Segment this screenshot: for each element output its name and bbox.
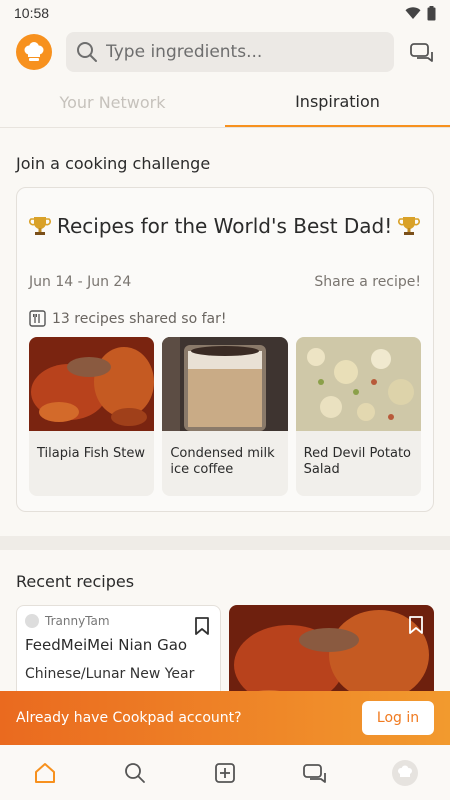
nav-add-recipe[interactable] xyxy=(205,753,245,793)
section-divider xyxy=(0,536,450,550)
recipe-photo xyxy=(295,337,421,431)
nav-search[interactable] xyxy=(115,753,155,793)
recipe-tile[interactable]: Condensed milk ice coffee xyxy=(162,337,288,496)
recipe-book-icon xyxy=(29,310,46,327)
add-icon xyxy=(215,762,235,783)
trophy-icon xyxy=(29,217,51,235)
tab-inspiration[interactable]: Inspiration xyxy=(225,78,450,127)
profile-icon xyxy=(392,759,418,786)
challenge-recipe-grid: Tilapia Fish Stew Condensed milk ice cof… xyxy=(29,337,421,496)
chat-icon xyxy=(410,43,433,62)
nav-profile[interactable] xyxy=(385,753,425,793)
bookmark-icon[interactable] xyxy=(408,615,424,635)
recent-section-title: Recent recipes xyxy=(16,572,135,591)
search-icon xyxy=(125,762,145,783)
challenge-card[interactable]: Recipes for the World's Best Dad! Jun 14… xyxy=(16,187,434,512)
recent-recipe-subtitle: Chinese/Lunar New Year xyxy=(25,666,195,682)
wifi-icon xyxy=(405,6,421,19)
status-time: 10:58 xyxy=(14,5,50,21)
chat-icon xyxy=(303,763,326,783)
recipe-name: Tilapia Fish Stew xyxy=(37,446,145,461)
avatar xyxy=(25,614,39,628)
top-bar xyxy=(0,26,450,78)
search-input[interactable] xyxy=(106,42,384,62)
recipe-name: Red Devil Potato Salad xyxy=(303,446,411,477)
recipe-tile[interactable]: Tilapia Fish Stew xyxy=(29,337,155,496)
status-icons xyxy=(405,5,436,21)
login-button[interactable]: Log in xyxy=(362,701,434,735)
recipe-name: Condensed milk ice coffee xyxy=(170,446,275,477)
recipe-tile[interactable]: Red Devil Potato Salad xyxy=(295,337,421,496)
feed-tabs: Your Network Inspiration xyxy=(0,78,450,128)
challenge-section-title: Join a cooking challenge xyxy=(16,154,211,173)
challenge-title: Recipes for the World's Best Dad! xyxy=(57,214,393,238)
recipe-photo xyxy=(29,337,155,431)
recipe-author[interactable]: TrannyTam xyxy=(25,614,212,628)
bottom-nav xyxy=(0,745,450,800)
home-icon xyxy=(35,762,55,783)
cookpad-logo[interactable] xyxy=(16,34,52,70)
share-recipe-link[interactable]: Share a recipe! xyxy=(314,274,421,290)
tab-your-network[interactable]: Your Network xyxy=(0,78,225,127)
bookmark-icon[interactable] xyxy=(194,616,210,636)
challenge-date-row: Jun 14 - Jun 24 Share a recipe! xyxy=(29,274,421,290)
login-banner: Already have Cookpad account? Log in xyxy=(0,691,450,745)
chef-hat-icon xyxy=(24,42,44,61)
shared-count-row: 13 recipes shared so far! xyxy=(29,310,421,327)
status-bar: 10:58 xyxy=(0,0,450,26)
shared-count: 13 recipes shared so far! xyxy=(52,310,227,327)
login-banner-text: Already have Cookpad account? xyxy=(16,710,242,726)
challenge-dates: Jun 14 - Jun 24 xyxy=(29,274,132,290)
chat-button[interactable] xyxy=(408,38,436,66)
challenge-title-row: Recipes for the World's Best Dad! xyxy=(29,188,421,238)
recipe-photo xyxy=(162,337,288,431)
search-bar[interactable] xyxy=(66,32,394,72)
trophy-icon xyxy=(398,217,421,235)
battery-icon xyxy=(427,5,436,20)
search-icon xyxy=(77,42,97,62)
author-name: TrannyTam xyxy=(45,614,110,628)
nav-home[interactable] xyxy=(25,753,65,793)
recent-recipe-name: FeedMeiMei Nian Gao xyxy=(25,636,188,654)
nav-chat[interactable] xyxy=(295,753,335,793)
